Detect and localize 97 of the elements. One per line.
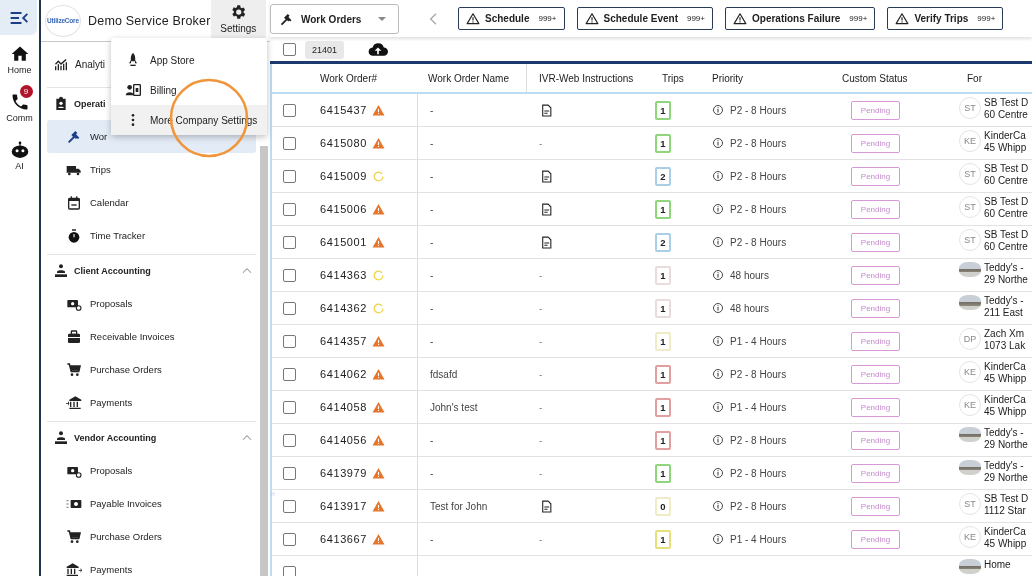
company-name: Demo Service Broker [88, 13, 211, 28]
client-name: SB Test D [984, 229, 1029, 241]
table-cell: - [430, 335, 434, 347]
trips-count: 1 [655, 430, 671, 450]
client-name: Teddy's - [984, 427, 1025, 439]
priority-text: P1 - 4 Hours [730, 401, 787, 413]
status-tag: Pending [851, 199, 900, 219]
priority-text: P2 - 8 Hours [730, 467, 787, 479]
status-tag: Pending [851, 166, 900, 186]
client-address: 60 Centre [984, 109, 1029, 121]
table-cell: fdsafd [430, 368, 458, 380]
trips-count: 1 [655, 397, 671, 417]
trips-count: 2 [655, 232, 671, 252]
table-cell: - [430, 203, 434, 215]
table-cell: - [539, 533, 543, 545]
table-cell: - [430, 269, 434, 281]
client-address: 29 Northe [984, 274, 1028, 286]
priority-text: P2 - 8 Hours [730, 236, 787, 248]
status-tag: Pending [851, 463, 900, 483]
priority-text: P2 - 8 Hours [730, 434, 787, 446]
trips-count: 1 [655, 529, 671, 549]
table-cell: - [430, 302, 434, 314]
table-cell: - [430, 434, 434, 446]
table-cell: John's test [430, 401, 478, 413]
status-tag: Pending [851, 529, 900, 549]
priority-text: P2 - 8 Hours [730, 203, 787, 215]
notification-badge: 9 [19, 85, 33, 98]
client-address: 60 Centre [984, 241, 1029, 253]
priority-text: P2 - 8 Hours [730, 170, 787, 182]
status-tag: Pending [851, 364, 900, 384]
priority-text: P2 - 8 Hours [730, 368, 787, 380]
table-cell: - [539, 368, 543, 380]
client-address: 45 Whipp [984, 142, 1027, 154]
client-name: KinderCa [984, 130, 1027, 142]
table-cell: - [539, 335, 543, 347]
table-cell: - [539, 434, 543, 446]
status-tag: Pending [851, 133, 900, 153]
client-name: Teddy's - [984, 460, 1025, 472]
priority-text: P1 - 4 Hours [730, 533, 787, 545]
client-name: Teddy's - [984, 295, 1024, 307]
trips-count: 1 [655, 331, 671, 351]
table-cell: - [430, 236, 434, 248]
priority-text: 48 hours [730, 269, 769, 281]
client-address: 29 Northe [984, 472, 1028, 484]
table-cell: - [430, 137, 434, 149]
client-address: 1112 Star [984, 505, 1027, 517]
table-cell: - [430, 170, 434, 182]
priority-text: P2 - 8 Hours [730, 104, 787, 116]
client-name: Home [984, 559, 1011, 571]
client-name: SB Test D [984, 493, 1029, 505]
client-name: KinderCa [984, 361, 1027, 373]
trips-count: 1 [655, 265, 671, 285]
priority-text: P2 - 8 Hours [730, 137, 787, 149]
table-cell: - [539, 302, 543, 314]
status-tag: Pending [851, 232, 900, 252]
total-count: 21401 [305, 40, 345, 59]
client-name: KinderCa [984, 526, 1027, 538]
client-address: 60 Centre [984, 208, 1029, 220]
table-cell: - [430, 104, 434, 116]
priority-text: 48 hours [730, 302, 769, 314]
client-address: 1073 Lak [984, 340, 1026, 352]
status-tag: Pending [851, 331, 900, 351]
client-name: Teddy's - [984, 262, 1025, 274]
trips-count: 1 [655, 199, 671, 219]
priority-text: P2 - 8 Hours [730, 500, 787, 512]
table-cell: - [430, 533, 434, 545]
trips-count: 1 [655, 298, 671, 318]
client-name: SB Test D [984, 196, 1029, 208]
trips-count: 1 [655, 364, 671, 384]
client-address: 29 Northe [984, 439, 1028, 451]
status-tag: Pending [851, 100, 900, 120]
status-tag: Pending [851, 397, 900, 417]
trips-count: 0 [655, 496, 671, 516]
status-tag: Pending [851, 430, 900, 450]
trips-count: 1 [655, 100, 671, 120]
table-cell: Test for John [430, 500, 488, 512]
table-cell: - [539, 401, 543, 413]
status-tag: Pending [851, 298, 900, 318]
table-cell: - [430, 467, 434, 479]
trips-count: 1 [655, 133, 671, 153]
client-address: 211 East [984, 307, 1024, 319]
client-address: 45 Whipp [984, 406, 1027, 418]
status-tag: Pending [851, 265, 900, 285]
trips-count: 2 [655, 166, 671, 186]
table-cell: - [539, 137, 543, 149]
priority-text: P1 - 4 Hours [730, 335, 787, 347]
status-tag: Pending [851, 496, 900, 516]
table-cell: - [539, 269, 543, 281]
client-name: KinderCa [984, 394, 1027, 406]
trips-count: 1 [655, 463, 671, 483]
client-name: SB Test D [984, 163, 1029, 175]
client-name: Zach Xm [984, 328, 1025, 340]
table-cell: - [539, 467, 543, 479]
client-address: 45 Whipp [984, 538, 1027, 550]
client-name: SB Test D [984, 97, 1029, 109]
client-address: 45 Whipp [984, 373, 1027, 385]
client-address: 60 Centre [984, 175, 1029, 187]
